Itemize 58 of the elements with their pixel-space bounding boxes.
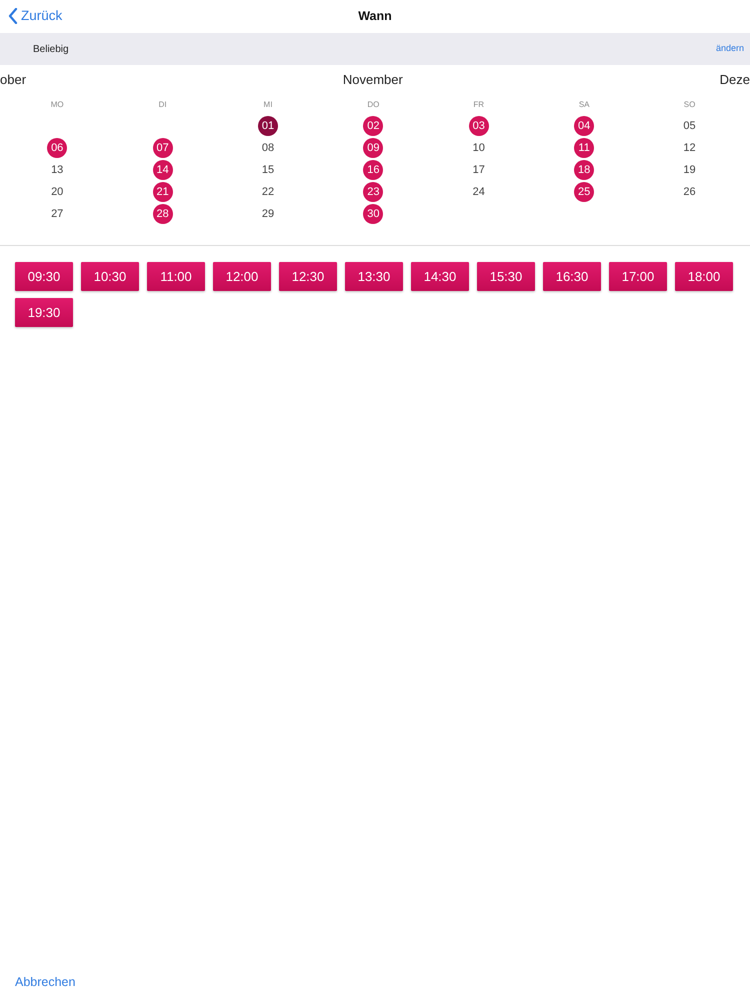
- time-slot-button[interactable]: 11:00: [147, 262, 205, 291]
- calendar-day[interactable]: 14: [152, 160, 173, 180]
- time-slot-button[interactable]: 10:30: [81, 262, 139, 291]
- calendar-day[interactable]: 23: [363, 182, 384, 202]
- time-slot-button[interactable]: 18:00: [675, 262, 733, 291]
- time-slot-button[interactable]: 19:30: [15, 298, 73, 327]
- time-slot-button[interactable]: 15:30: [477, 262, 535, 291]
- calendar-day: 26: [680, 182, 700, 202]
- calendar-day: 12: [680, 138, 700, 158]
- time-slot-button[interactable]: 12:30: [279, 262, 337, 291]
- filter-value: Beliebig: [33, 42, 69, 56]
- calendar-day[interactable]: 25: [574, 182, 594, 202]
- calendar-day: 24: [468, 182, 489, 202]
- time-slot-button[interactable]: 17:00: [609, 262, 667, 291]
- calendar-day[interactable]: 04: [574, 116, 594, 136]
- next-month-label[interactable]: Deze: [720, 70, 750, 90]
- time-slot-button[interactable]: 12:00: [213, 262, 271, 291]
- page-title: Wann: [358, 8, 392, 26]
- weekday-label: FR: [473, 99, 484, 111]
- calendar-day: 22: [258, 182, 278, 202]
- calendar-day[interactable]: 02: [363, 116, 384, 136]
- calendar-day[interactable]: 30: [363, 204, 384, 224]
- time-slot-button[interactable]: 09:30: [15, 262, 73, 291]
- calendar-day: 29: [258, 204, 278, 224]
- calendar-day[interactable]: 18: [574, 160, 594, 180]
- weekday-label: MI: [264, 99, 272, 111]
- calendar-day: 20: [47, 182, 68, 202]
- calendar-day: 27: [47, 204, 68, 224]
- weekday-label: DI: [158, 99, 167, 111]
- time-slot-button[interactable]: 14:30: [411, 262, 469, 291]
- calendar-day[interactable]: 09: [363, 138, 384, 158]
- chevron-left-icon: [8, 8, 18, 24]
- month-title: November: [342, 71, 403, 90]
- calendar-day[interactable]: 01: [258, 116, 278, 136]
- weekday-label: DO: [367, 99, 380, 111]
- calendar-day[interactable]: 06: [47, 138, 68, 158]
- calendar-day: 08: [258, 138, 278, 158]
- calendar-day[interactable]: 07: [152, 138, 173, 158]
- weekday-label: SO: [684, 99, 696, 111]
- calendar-day: 13: [47, 160, 68, 180]
- calendar-day[interactable]: 11: [574, 138, 594, 158]
- calendar-day[interactable]: 16: [363, 160, 384, 180]
- change-link[interactable]: ändern: [716, 42, 744, 56]
- time-slot-button[interactable]: 13:30: [345, 262, 403, 291]
- calendar-day: 17: [468, 160, 489, 180]
- calendar-day: 15: [258, 160, 278, 180]
- calendar-day[interactable]: 28: [152, 204, 173, 224]
- weekday-label: SA: [578, 99, 590, 111]
- time-slot-button[interactable]: 16:30: [543, 262, 601, 291]
- weekday-label: MO: [50, 99, 64, 111]
- previous-month-label[interactable]: ober: [0, 70, 26, 90]
- calendar-day: 05: [680, 116, 700, 136]
- back-button[interactable]: Zurück: [6, 6, 64, 26]
- calendar-day: 19: [680, 160, 700, 180]
- calendar-day[interactable]: 03: [468, 116, 489, 136]
- cancel-button[interactable]: Abbrechen: [15, 973, 76, 992]
- calendar-day: 10: [468, 138, 489, 158]
- calendar-day[interactable]: 21: [152, 182, 173, 202]
